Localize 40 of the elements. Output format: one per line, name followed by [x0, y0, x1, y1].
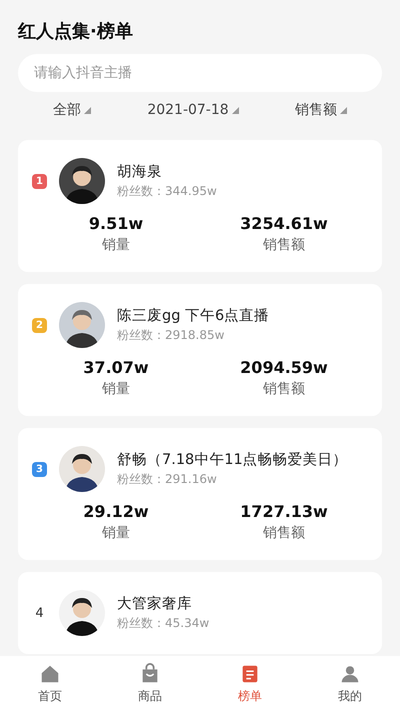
stat-value: 2094.59w [240, 358, 328, 377]
nav-tab[interactable]: 首页 [0, 656, 100, 711]
nav-tab[interactable]: 榜单 [200, 656, 300, 711]
stat-label: 销售额 [263, 524, 305, 542]
nav-tab[interactable]: 我的 [300, 656, 400, 711]
stat-label: 销售额 [263, 236, 305, 254]
streamer-name: 陈三废gg 下午6点直播 [117, 307, 270, 325]
stat-value: 29.12w [83, 502, 149, 521]
filter-dropdown[interactable]: 全部 [53, 101, 91, 119]
dropdown-triangle-icon [340, 106, 347, 114]
streamer-name: 胡海泉 [117, 163, 163, 181]
ranking-card[interactable]: 3 舒畅（7.18中午11点畅畅爱美日） 粉丝数：291.16w 29.12w 销量 1727.13w 销售额 [18, 428, 382, 560]
streamer-name: 大管家奢库 [117, 594, 193, 613]
stat-label: 销量 [102, 236, 130, 254]
filter-dropdown[interactable]: 2021-07-18 [147, 102, 239, 118]
follower-count: 粉丝数：2918.85w [117, 327, 226, 344]
ranking-card[interactable]: 1 胡海泉 粉丝数：344.95w 9.51w 销量 3254.61w 销售额 [18, 140, 382, 272]
stat-value: 37.07w [83, 358, 149, 377]
rank-badge: 1 [32, 174, 47, 188]
ranking-card[interactable]: 2 陈三废gg 下午6点直播 粉丝数：2918.85w 37.07w 销量 2094.59w 销售额 [18, 284, 382, 416]
ranking-card[interactable]: 4 大管家奢库 粉丝数：45.34w [18, 572, 382, 654]
stat-value: 9.51w [88, 214, 144, 233]
dropdown-triangle-icon [232, 106, 239, 114]
stat-label: 销量 [102, 380, 130, 398]
rank-badge: 3 [32, 462, 47, 476]
page-title: 红人点集·榜单 [18, 20, 134, 44]
streamer-name: 舒畅（7.18中午11点畅畅爱美日） [117, 450, 348, 469]
follower-count: 粉丝数：344.95w [117, 183, 217, 200]
rank-number: 4 [34, 606, 45, 620]
follower-count: 粉丝数：45.34w [117, 615, 210, 632]
search-field[interactable]: 请输入抖音主播 [18, 54, 382, 92]
stat-label: 销量 [102, 524, 130, 542]
filter-dropdown[interactable]: 销售额 [295, 101, 347, 119]
rank-badge: 2 [32, 318, 47, 332]
nav-tab[interactable]: 商品 [100, 656, 200, 711]
follower-count: 粉丝数：291.16w [117, 471, 218, 488]
stat-label: 销售额 [263, 380, 305, 398]
stat-value: 1727.13w [240, 502, 328, 521]
dropdown-triangle-icon [84, 106, 91, 114]
stat-value: 3254.61w [240, 214, 328, 233]
